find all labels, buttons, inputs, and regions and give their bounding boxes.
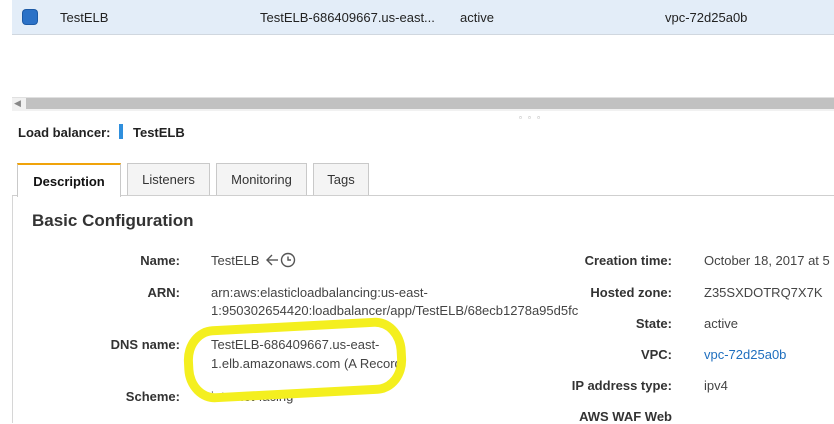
row-name: TestELB xyxy=(60,10,109,25)
section-title: Basic Configuration xyxy=(32,211,194,230)
highlight-annotation xyxy=(182,316,408,404)
edit-history-icon[interactable] xyxy=(264,251,298,269)
ip-address-type-value: ipv4 xyxy=(704,378,728,393)
scrollbar-thumb[interactable] xyxy=(26,98,834,109)
panel-border xyxy=(12,196,13,423)
row-state: active xyxy=(460,10,494,25)
aws-waf-label: AWS WAF Web xyxy=(579,409,672,424)
tab-monitoring[interactable]: Monitoring xyxy=(216,163,307,195)
row-vpc: vpc-72d25a0b xyxy=(665,10,748,25)
tab-divider xyxy=(12,195,834,196)
scroll-left-arrow-icon[interactable]: ◀ xyxy=(14,98,21,109)
tab-description[interactable]: Description xyxy=(17,163,121,197)
arn-value-line1: arn:aws:elasticloadbalancing:us-east- xyxy=(211,285,428,300)
selection-marker xyxy=(119,124,123,139)
tab-tags[interactable]: Tags xyxy=(313,163,369,195)
name-label: Name: xyxy=(140,253,180,268)
vpc-link[interactable]: vpc-72d25a0b xyxy=(704,347,786,362)
state-label: State: xyxy=(635,316,672,331)
detail-header-label: Load balancer: xyxy=(18,125,111,140)
row-dns: TestELB-686409667.us-east... xyxy=(260,10,435,25)
tab-listeners[interactable]: Listeners xyxy=(127,163,210,195)
vpc-label: VPC: xyxy=(640,347,672,362)
creation-time-value: October 18, 2017 at 5 xyxy=(704,253,830,268)
hosted-zone-label: Hosted zone: xyxy=(590,285,672,300)
name-value: TestELB xyxy=(211,253,260,268)
state-value: active xyxy=(704,316,738,331)
hosted-zone-value: Z35SXDOTRQ7X7K xyxy=(704,285,823,300)
scheme-label: Scheme: xyxy=(125,389,180,404)
arn-label: ARN: xyxy=(147,285,181,300)
detail-header-name: TestELB xyxy=(133,125,185,140)
resize-handle[interactable]: ▫ ▫ ▫ xyxy=(519,113,542,122)
row-checkbox[interactable] xyxy=(23,10,37,24)
dns-name-label: DNS name: xyxy=(110,337,180,352)
creation-time-label: Creation time: xyxy=(584,253,672,268)
ip-address-type-label: IP address type: xyxy=(571,378,672,393)
